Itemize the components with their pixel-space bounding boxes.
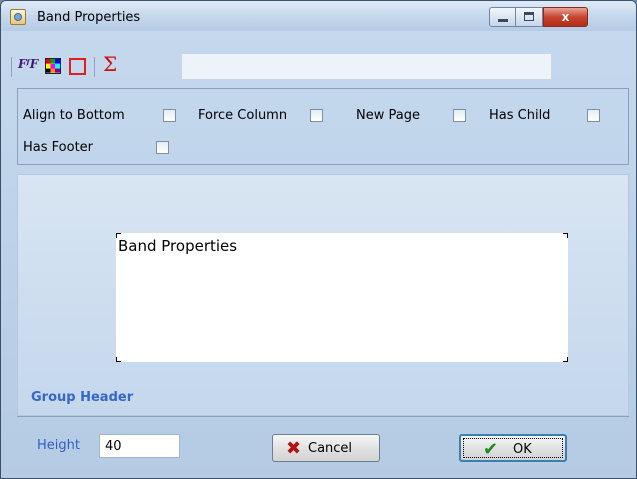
dialog-footer: Height ✖ Cancel ✔ OK [17, 416, 629, 478]
ok-label: OK [513, 442, 532, 457]
new-page-checkbox[interactable] [453, 109, 466, 122]
maximize-icon [524, 12, 534, 21]
toolbar-separator [94, 57, 95, 77]
minimize-button[interactable] [489, 7, 516, 27]
band-preview-panel: Band Properties Group Header [17, 174, 629, 416]
band-options-group: Align to Bottom Force Column New Page Ha… [17, 88, 629, 165]
cancel-x-icon: ✖ [286, 438, 302, 459]
close-button[interactable]: x [543, 7, 588, 27]
expression-input[interactable] [181, 53, 552, 80]
close-icon: x [561, 10, 570, 24]
has-footer-checkbox[interactable] [156, 141, 169, 154]
force-column-label: Force Column [198, 108, 288, 123]
height-label: Height [37, 438, 80, 453]
font-style-icon[interactable]: FᶠF [18, 57, 38, 75]
has-footer-label: Has Footer [23, 140, 94, 155]
ok-button[interactable]: ✔ OK [459, 434, 567, 462]
band-type-label: Group Header [31, 390, 134, 405]
minimize-icon [498, 19, 508, 22]
window-title: Band Properties [37, 10, 141, 25]
title-bar[interactable]: Band Properties x [1, 1, 636, 31]
app-icon [10, 9, 26, 25]
align-to-bottom-checkbox[interactable] [163, 109, 176, 122]
has-child-checkbox[interactable] [587, 109, 600, 122]
color-palette-icon[interactable] [45, 58, 61, 74]
cancel-button[interactable]: ✖ Cancel [272, 434, 380, 462]
force-column-checkbox[interactable] [310, 109, 323, 122]
toolbar: FᶠF Σ [8, 48, 628, 88]
band-preview-text: Band Properties [118, 237, 238, 255]
band-properties-window: Band Properties x FᶠF Σ Align to Bottom … [0, 0, 637, 479]
resize-handle-bottom-right[interactable] [563, 357, 568, 362]
sigma-icon[interactable]: Σ [103, 52, 121, 76]
checkmark-icon: ✔ [483, 439, 499, 460]
toolbar-grip [11, 57, 12, 77]
border-icon[interactable] [69, 58, 86, 75]
has-child-label: Has Child [489, 108, 551, 123]
band-preview-box[interactable]: Band Properties [116, 233, 568, 362]
new-page-label: New Page [356, 108, 420, 123]
height-input[interactable] [99, 434, 180, 458]
resize-handle-top-right[interactable] [563, 233, 568, 238]
resize-handle-bottom-left[interactable] [116, 357, 121, 362]
cancel-label: Cancel [308, 441, 353, 456]
align-to-bottom-label: Align to Bottom [23, 108, 125, 123]
maximize-button[interactable] [516, 7, 543, 27]
